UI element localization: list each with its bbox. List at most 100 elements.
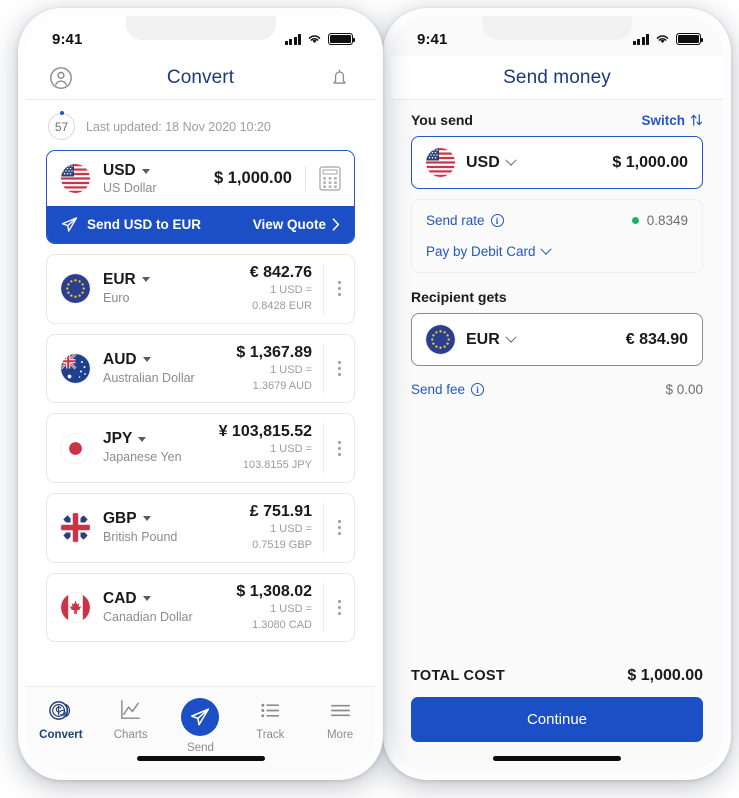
status-time: 9:41 (417, 30, 448, 48)
tab-send[interactable]: Send (168, 698, 232, 754)
account-circle-icon[interactable] (48, 65, 74, 91)
table-row[interactable]: CAD Canadian Dollar $ 1,308.02 1 USD = 1… (46, 572, 355, 643)
recipient-currency[interactable]: EUR (466, 331, 517, 349)
featured-currency-top[interactable]: USD US Dollar $ 1,000.00 (47, 151, 354, 206)
currency-values: ¥ 103,815.52 1 USD = 103.8155 JPY (219, 423, 323, 473)
line-chart-icon (121, 700, 141, 719)
you-send-currency[interactable]: USD (466, 153, 517, 172)
you-send-field[interactable]: USD $ 1,000.00 (411, 136, 703, 189)
flag-jp-icon (61, 433, 90, 463)
table-row[interactable]: EUR Euro € 842.76 1 USD = 0.8428 EUR (46, 254, 355, 324)
recipient-gets-field[interactable]: EUR € 834.90 (411, 313, 703, 366)
currency-code[interactable]: JPY (103, 430, 182, 448)
converted-amount: $ 1,308.02 (236, 582, 312, 600)
caret-down-icon (141, 277, 150, 283)
featured-currency-name: US Dollar (103, 181, 157, 195)
table-row[interactable]: AUD Australian Dollar $ 1,367.89 1 USD =… (46, 333, 355, 404)
featured-currency-card[interactable]: USD US Dollar $ 1,000.00 Send USD to EUR… (46, 150, 355, 244)
currency-right: € 842.76 1 USD = 0.8428 EUR (250, 264, 354, 314)
total-cost-row: TOTAL COST $ 1,000.00 (411, 667, 703, 685)
currency-code-text: EUR (103, 270, 136, 288)
currency-right: $ 1,367.89 1 USD = 1.3679 AUD (236, 343, 354, 394)
currency-code[interactable]: CAD (103, 590, 193, 608)
converted-amount: ¥ 103,815.52 (218, 423, 312, 441)
caret-down-icon (142, 516, 151, 522)
currency-code: USD (466, 153, 500, 171)
tab-label: Send (187, 742, 214, 754)
currency-right: ¥ 103,815.52 1 USD = 103.8155 JPY (219, 423, 354, 474)
info-circle-icon[interactable]: i (490, 214, 504, 227)
you-send-header: You send Switch (411, 112, 703, 128)
chevron-down-icon (539, 243, 552, 255)
last-updated-text: Last updated: 18 Nov 2020 10:20 (86, 119, 271, 134)
flag-au-icon (61, 354, 90, 384)
recipient-header: Recipient gets (411, 289, 703, 305)
currency-names: CAD Canadian Dollar (103, 590, 193, 626)
status-icons (284, 33, 356, 45)
rate-line-1: 1 USD = (270, 284, 312, 296)
tab-convert[interactable]: Convert (29, 698, 93, 741)
table-row[interactable]: GBP British Pound £ 751.91 1 USD = 0.751… (46, 493, 355, 563)
notification-bell-icon[interactable] (327, 65, 353, 91)
currency-name: Australian Dollar (103, 370, 195, 385)
you-send-label: You send (411, 112, 473, 128)
featured-amount[interactable]: $ 1,000.00 (214, 169, 305, 188)
send-rate-label[interactable]: Send rate i (426, 213, 504, 228)
rate-line-2: 1.3080 CAD (252, 618, 312, 631)
currency-code[interactable]: AUD (103, 351, 195, 369)
currency-code-text: AUD (103, 350, 137, 368)
currency-list: EUR Euro € 842.76 1 USD = 0.8428 EUR AUD… (26, 244, 375, 643)
currency-code[interactable]: GBP (103, 510, 177, 528)
rate-line-2: 0.7519 GBP (252, 538, 312, 551)
send-fab[interactable] (181, 698, 220, 736)
rate-line-2: 1.3679 AUD (252, 379, 312, 392)
pay-method-selector[interactable]: Pay by Debit Card (426, 243, 552, 259)
paper-plane-icon (61, 217, 78, 232)
send-quote-banner[interactable]: Send USD to EUR View Quote (47, 206, 354, 243)
calculator-icon[interactable] (306, 166, 354, 191)
tab-charts[interactable]: Charts (99, 698, 163, 741)
send-fee-label[interactable]: Send fee i (411, 382, 485, 397)
rate-line-1: 1 USD = (270, 523, 312, 536)
recipient-amount[interactable]: € 834.90 (626, 331, 688, 349)
switch-button[interactable]: Switch (641, 113, 703, 128)
tab-more[interactable]: More (308, 698, 372, 741)
row-menu-icon[interactable] (324, 361, 354, 377)
swap-vertical-arrows-icon (690, 114, 703, 126)
last-updated-row: 57 Last updated: 18 Nov 2020 10:20 (26, 100, 375, 148)
status-icons (632, 33, 704, 45)
total-cost-value: $ 1,000.00 (627, 667, 703, 684)
featured-amount-wrap: $ 1,000.00 (214, 166, 354, 191)
view-quote-button[interactable]: View Quote (253, 217, 340, 232)
battery-full-icon (328, 33, 356, 45)
table-row[interactable]: JPY Japanese Yen ¥ 103,815.52 1 USD = 10… (46, 413, 355, 484)
currency-values: £ 751.91 1 USD = 0.7519 GBP (250, 503, 323, 553)
row-menu-icon[interactable] (324, 600, 354, 616)
rate-panel: Send rate i 0.8349 Pay by Debit Card (411, 199, 703, 273)
rate-line-2: 0.8428 EUR (252, 299, 312, 312)
rate-line-1: 1 USD = (270, 602, 312, 615)
info-circle-icon[interactable]: i (471, 383, 485, 396)
currency-names: JPY Japanese Yen (103, 430, 182, 466)
row-menu-icon[interactable] (324, 440, 354, 456)
tab-label: More (326, 729, 354, 741)
send-money-body: You send Switch USD $ 1,000.00 Send rate… (391, 100, 723, 397)
you-send-amount[interactable]: $ 1,000.00 (612, 154, 688, 172)
row-menu-icon[interactable] (324, 520, 354, 536)
app-header-right: Send money (391, 56, 723, 100)
refresh-countdown[interactable]: 57 (48, 113, 75, 140)
featured-currency-code[interactable]: USD (103, 162, 157, 180)
currency-values: $ 1,367.89 1 USD = 1.3679 AUD (236, 344, 323, 394)
row-menu-icon[interactable] (324, 281, 354, 297)
switch-label: Switch (641, 112, 685, 128)
wifi-icon (308, 35, 321, 44)
continue-button[interactable]: Continue (411, 697, 703, 742)
status-bar-right: 9:41 (391, 16, 723, 56)
pay-method-row[interactable]: Pay by Debit Card (426, 243, 688, 259)
screen-send-money: 9:41 Send money You send Switch USD $ 1,… (391, 16, 723, 772)
send-rate-row: Send rate i 0.8349 (426, 213, 688, 228)
tab-track[interactable]: Track (238, 698, 302, 741)
currency-code-text: GBP (103, 509, 137, 527)
currency-code[interactable]: EUR (103, 271, 150, 289)
caret-down-icon (142, 357, 151, 363)
